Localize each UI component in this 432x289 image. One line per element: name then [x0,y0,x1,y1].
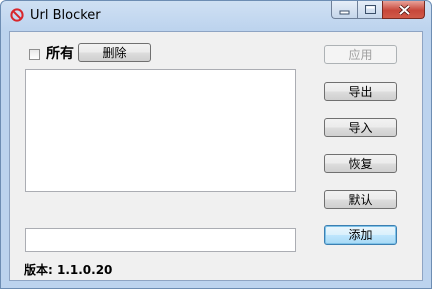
apply-button[interactable]: 应用 [324,45,397,64]
import-button[interactable]: 导入 [324,118,397,137]
delete-button[interactable]: 删除 [78,43,151,62]
title-bar[interactable]: Url Blocker [1,1,431,31]
maximize-icon [365,5,376,14]
default-button[interactable]: 默认 [324,190,397,209]
minimize-icon [339,10,350,15]
select-all-checkbox[interactable] [29,49,40,60]
minimize-button[interactable] [331,1,357,19]
select-all-label: 所有 [46,46,74,62]
url-list[interactable] [25,69,296,192]
no-entry-icon [10,8,24,22]
app-window: Url Blocker 所有 删除 应用 导出 导入 恢复 默认 添加 版本: … [0,0,432,289]
close-icon [398,4,411,16]
client-area: 所有 删除 应用 导出 导入 恢复 默认 添加 版本: 1.1.0.20 [9,31,423,281]
close-button[interactable] [382,1,425,19]
version-label: 版本: 1.1.0.20 [24,263,113,277]
export-button[interactable]: 导出 [324,82,397,101]
restore-button[interactable]: 恢复 [324,154,397,173]
add-button[interactable]: 添加 [324,225,397,245]
window-title: Url Blocker [30,8,101,23]
url-input[interactable] [25,228,296,252]
maximize-button[interactable] [357,1,382,19]
caption-buttons [331,1,425,20]
